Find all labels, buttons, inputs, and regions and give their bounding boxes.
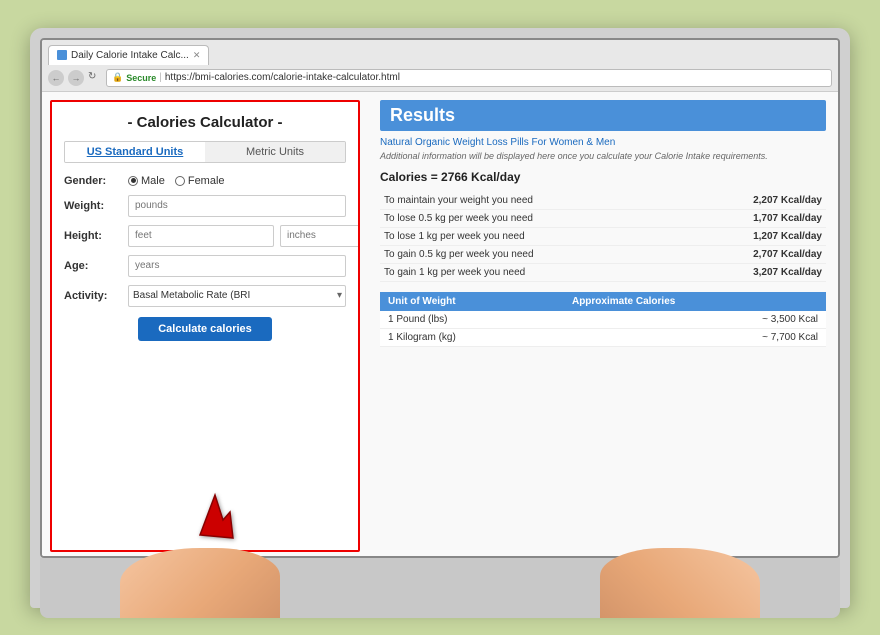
results-panel: Results Natural Organic Weight Loss Pill…	[368, 92, 838, 558]
age-label: Age:	[64, 260, 122, 272]
ad-link[interactable]: Natural Organic Weight Loss Pills For Wo…	[380, 137, 826, 148]
male-label: Male	[141, 175, 165, 187]
calc-btn-row: Calculate calories	[64, 317, 346, 341]
unit-weight-header: Unit of Weight	[380, 292, 564, 311]
page-content: - Calories Calculator - US Standard Unit…	[42, 92, 838, 558]
activity-select[interactable]: Basal Metabolic Rate (BRI	[128, 285, 346, 307]
calc-panel: - Calories Calculator - US Standard Unit…	[50, 100, 360, 552]
ad-description: Additional information will be displayed…	[380, 151, 826, 163]
unit-calories-header: Approximate Calories	[564, 292, 826, 311]
row-value: 2,207 Kcal/day	[680, 192, 826, 210]
tab-metric[interactable]: Metric Units	[205, 142, 345, 162]
height-row: Height:	[64, 225, 346, 247]
table-row: To maintain your weight you need2,207 Kc…	[380, 192, 826, 210]
row-label: To gain 1 kg per week you need	[380, 264, 680, 282]
height-inches-input[interactable]	[280, 225, 360, 247]
female-label: Female	[188, 175, 225, 187]
browser-screen: Daily Calorie Intake Calc... ✕ ← → ↻ 🔒 S…	[40, 38, 840, 558]
row-label: To gain 0.5 kg per week you need	[380, 246, 680, 264]
cursor-arrow	[195, 490, 235, 545]
calories-summary: Calories = 2766 Kcal/day	[380, 170, 826, 184]
weight-label: Weight:	[64, 200, 122, 212]
tab-favicon	[57, 50, 67, 60]
gender-radio-group: Male Female	[128, 175, 225, 187]
weight-row: Weight:	[64, 195, 346, 217]
unit-tabs: US Standard Units Metric Units	[64, 141, 346, 163]
unit-table-head: Unit of Weight Approximate Calories	[380, 292, 826, 311]
tabs-row: Daily Calorie Intake Calc... ✕	[48, 44, 832, 66]
separator: |	[159, 72, 162, 83]
calc-title: - Calories Calculator -	[64, 114, 346, 131]
unit-table-body: 1 Pound (lbs)~ 3,500 Kcal1 Kilogram (kg)…	[380, 311, 826, 347]
table-row: To lose 1 kg per week you need1,207 Kcal…	[380, 228, 826, 246]
address-bar[interactable]: 🔒 Secure | https://bmi-calories.com/calo…	[106, 69, 832, 87]
tab-close-icon[interactable]: ✕	[193, 50, 201, 61]
female-option[interactable]: Female	[175, 175, 225, 187]
results-heading: Results	[380, 100, 826, 131]
row-value: 2,707 Kcal/day	[680, 246, 826, 264]
weight-input[interactable]	[128, 195, 346, 217]
lock-icon: 🔒	[112, 72, 123, 83]
left-hand	[120, 548, 280, 618]
laptop-bottom	[40, 558, 840, 618]
age-row: Age:	[64, 255, 346, 277]
results-table-body: To maintain your weight you need2,207 Kc…	[380, 192, 826, 282]
unit-name: 1 Kilogram (kg)	[380, 329, 564, 347]
age-input[interactable]	[128, 255, 346, 277]
unit-calories: ~ 3,500 Kcal	[564, 311, 826, 329]
secure-label: Secure	[126, 73, 156, 83]
unit-calories: ~ 7,700 Kcal	[564, 329, 826, 347]
female-radio[interactable]	[175, 176, 185, 186]
results-table: To maintain your weight you need2,207 Kc…	[380, 192, 826, 282]
url-text: https://bmi-calories.com/calorie-intake-…	[165, 72, 400, 83]
gender-label: Gender:	[64, 175, 122, 187]
row-value: 1,207 Kcal/day	[680, 228, 826, 246]
address-row: ← → ↻ 🔒 Secure | https://bmi-calories.co…	[48, 66, 832, 90]
laptop-shell: Daily Calorie Intake Calc... ✕ ← → ↻ 🔒 S…	[30, 28, 850, 608]
back-button[interactable]: ←	[48, 70, 64, 86]
activity-select-wrapper: Basal Metabolic Rate (BRI	[128, 285, 346, 307]
table-row: To gain 1 kg per week you need3,207 Kcal…	[380, 264, 826, 282]
male-option[interactable]: Male	[128, 175, 165, 187]
table-row: To gain 0.5 kg per week you need2,707 Kc…	[380, 246, 826, 264]
height-inputs	[128, 225, 360, 247]
right-hand	[600, 548, 760, 618]
tab-title: Daily Calorie Intake Calc...	[71, 50, 189, 61]
tab-us-standard[interactable]: US Standard Units	[65, 142, 205, 162]
activity-row: Activity: Basal Metabolic Rate (BRI	[64, 285, 346, 307]
row-value: 1,707 Kcal/day	[680, 210, 826, 228]
activity-label: Activity:	[64, 290, 122, 302]
row-label: To maintain your weight you need	[380, 192, 680, 210]
table-row: 1 Kilogram (kg)~ 7,700 Kcal	[380, 329, 826, 347]
row-value: 3,207 Kcal/day	[680, 264, 826, 282]
row-label: To lose 1 kg per week you need	[380, 228, 680, 246]
table-row: 1 Pound (lbs)~ 3,500 Kcal	[380, 311, 826, 329]
browser-chrome: Daily Calorie Intake Calc... ✕ ← → ↻ 🔒 S…	[42, 40, 838, 92]
gender-row: Gender: Male Female	[64, 175, 346, 187]
unit-name: 1 Pound (lbs)	[380, 311, 564, 329]
height-feet-input[interactable]	[128, 225, 274, 247]
male-radio[interactable]	[128, 176, 138, 186]
row-label: To lose 0.5 kg per week you need	[380, 210, 680, 228]
calculate-button[interactable]: Calculate calories	[138, 317, 272, 341]
table-row: To lose 0.5 kg per week you need1,707 Kc…	[380, 210, 826, 228]
forward-button[interactable]: →	[68, 70, 84, 86]
unit-table: Unit of Weight Approximate Calories 1 Po…	[380, 292, 826, 347]
browser-tab[interactable]: Daily Calorie Intake Calc... ✕	[48, 45, 209, 65]
refresh-button[interactable]: ↻	[88, 71, 102, 85]
unit-table-header-row: Unit of Weight Approximate Calories	[380, 292, 826, 311]
height-label: Height:	[64, 230, 122, 242]
